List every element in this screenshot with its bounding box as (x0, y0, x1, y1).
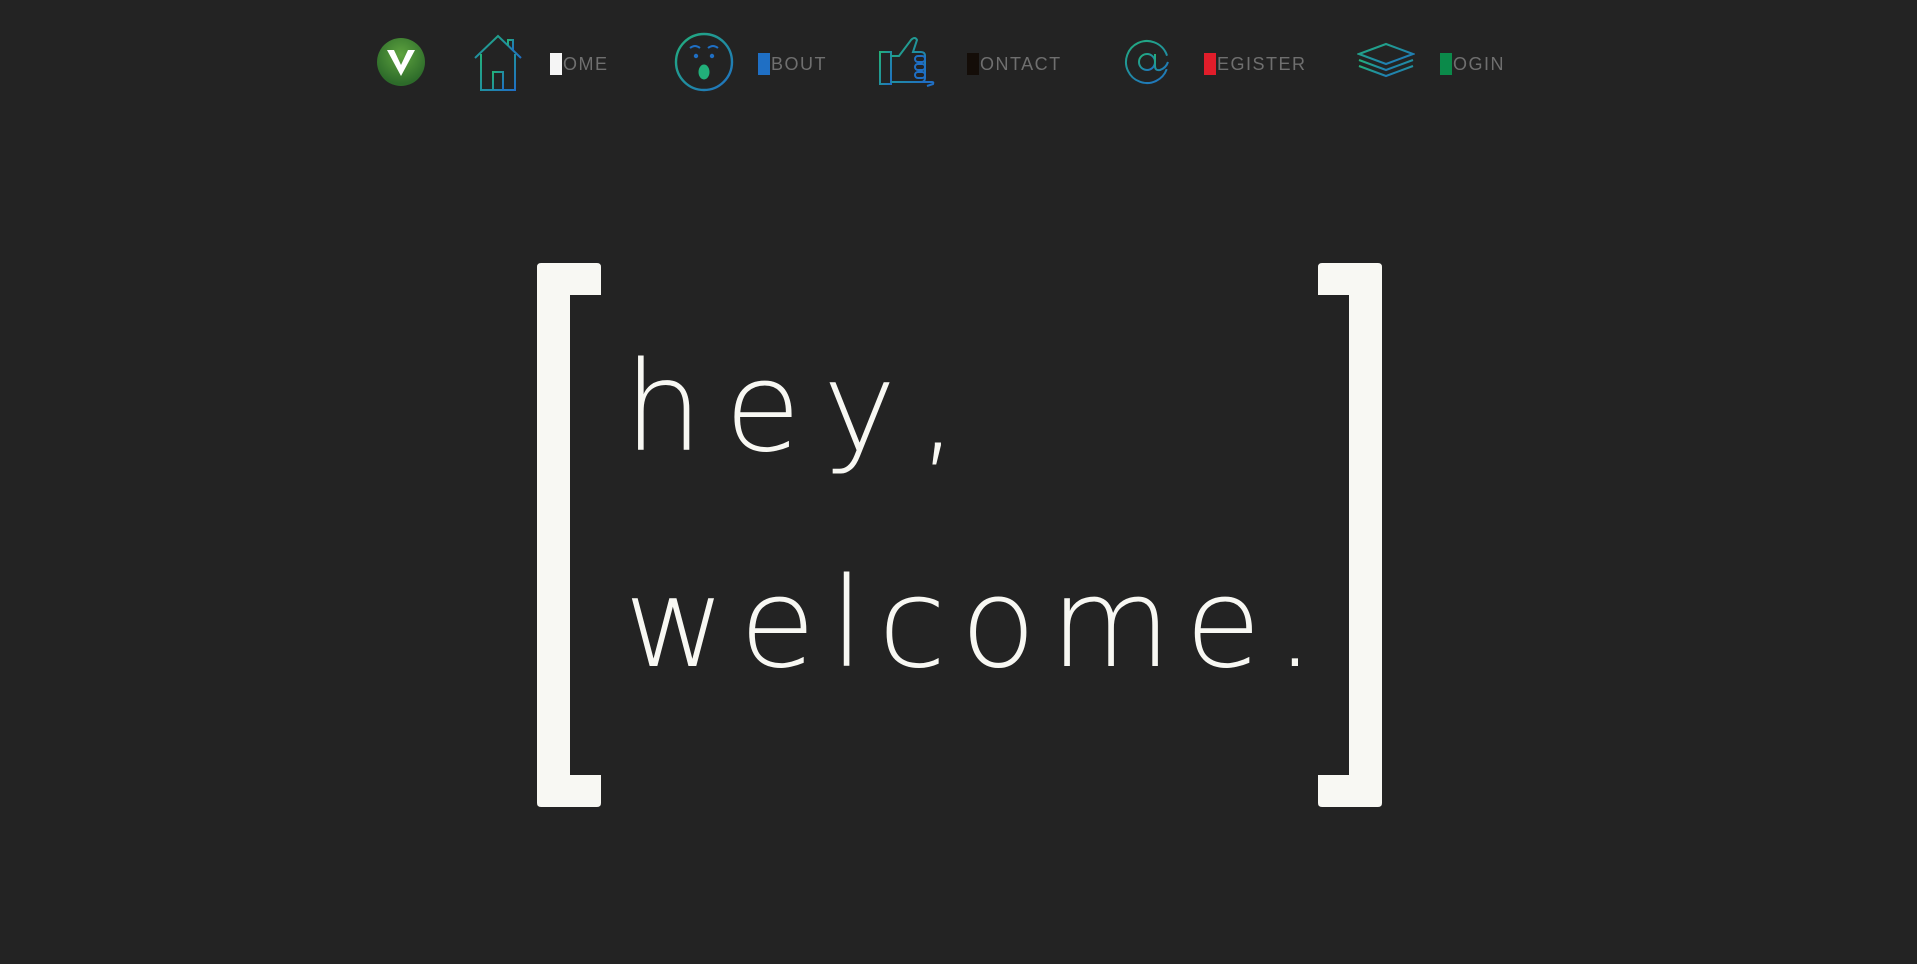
nav-marker-contact (967, 53, 979, 75)
hero-greeting: hey, (624, 336, 980, 480)
surprised-face-icon (674, 32, 734, 92)
at-sign-icon (1125, 40, 1169, 84)
nav-label-about[interactable]: BOUT (758, 52, 827, 76)
nav-item-login[interactable] (1357, 28, 1415, 96)
nav-label-home[interactable]: OME (550, 52, 609, 76)
nav-marker-register (1204, 53, 1216, 75)
site-logo[interactable] (377, 38, 425, 86)
nav-label-register[interactable]: EGISTER (1204, 52, 1307, 76)
nav-marker-login (1440, 53, 1452, 75)
nav-label-contact[interactable]: ONTACT (967, 52, 1062, 76)
nav-item-home[interactable] (470, 28, 526, 96)
right-bracket (1318, 263, 1382, 807)
nav-text-home: OME (563, 53, 609, 74)
nav-marker-about (758, 53, 770, 75)
left-bracket (537, 263, 601, 807)
nav-text-register: EGISTER (1217, 53, 1307, 74)
nav-item-register[interactable] (1123, 28, 1171, 96)
hero-section: hey, welcome. (0, 0, 1917, 964)
layers-icon (1357, 42, 1415, 78)
nav-item-about[interactable] (673, 28, 735, 96)
hero-welcome: welcome. (624, 552, 1329, 696)
nav-marker-home (550, 53, 562, 75)
nav-item-contact[interactable] (877, 28, 935, 96)
logo-v-icon (377, 38, 425, 86)
nav-text-about: BOUT (771, 53, 828, 74)
call-me-hand-icon (879, 37, 935, 87)
nav-text-contact: ONTACT (980, 53, 1062, 74)
top-navigation: OME BOUT ONTACT EGISTER OGIN (0, 0, 1917, 124)
nav-label-login[interactable]: OGIN (1440, 52, 1505, 76)
nav-text-login: OGIN (1453, 53, 1506, 74)
house-icon (474, 34, 522, 91)
